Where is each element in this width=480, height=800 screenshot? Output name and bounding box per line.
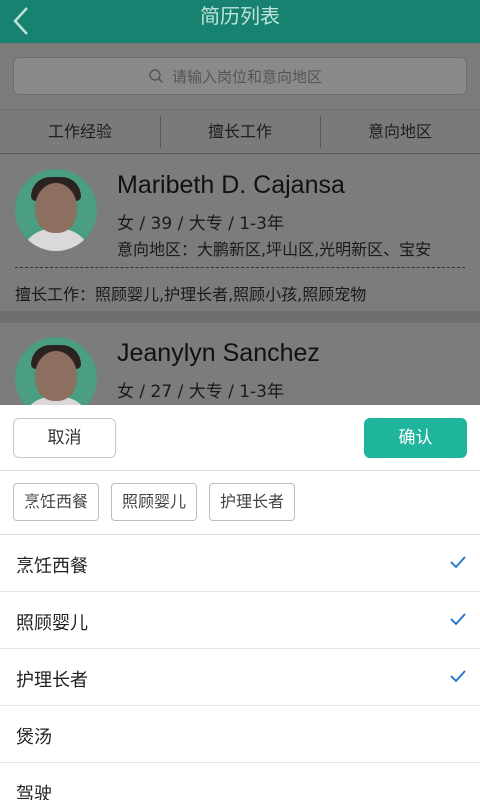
resume-area: 意向地区：大鹏新区,坪山区,光明新区、宝安 bbox=[117, 240, 432, 259]
card-gap bbox=[0, 311, 480, 323]
search-placeholder: 请输入岗位和意向地区 bbox=[172, 68, 323, 86]
resume-meta: 女 / 39 / 大专 / 1-3年 bbox=[117, 214, 285, 234]
cancel-button[interactable]: 取消 bbox=[13, 418, 116, 458]
divider bbox=[15, 267, 465, 268]
option-label: 煲汤 bbox=[16, 727, 52, 748]
skill-option-list: 烹饪西餐 照顾婴儿 护理长者 煲汤 驾驶 bbox=[0, 535, 480, 800]
resume-meta: 女 / 27 / 大专 / 1-3年 bbox=[117, 382, 285, 402]
page-title: 简历列表 bbox=[200, 4, 280, 28]
search-input[interactable]: 请输入岗位和意向地区 bbox=[13, 57, 467, 95]
filter-skills[interactable]: 擅长工作 bbox=[160, 110, 320, 153]
list-item[interactable]: 烹饪西餐 bbox=[0, 535, 480, 592]
list-item[interactable]: 煲汤 bbox=[0, 706, 480, 763]
option-label: 驾驶 bbox=[16, 784, 52, 800]
divider bbox=[0, 470, 480, 471]
resume-card[interactable]: Maribeth D. Cajansa 女 / 39 / 大专 / 1-3年 意… bbox=[0, 155, 480, 311]
resume-card[interactable]: Jeanylyn Sanchez 女 / 27 / 大专 / 1-3年 bbox=[0, 323, 480, 405]
option-label: 护理长者 bbox=[16, 670, 88, 691]
selected-chip[interactable]: 护理长者 bbox=[209, 483, 296, 521]
resume-name: Maribeth D. Cajansa bbox=[117, 171, 345, 199]
list-item[interactable]: 照顾婴儿 bbox=[0, 592, 480, 649]
avatar bbox=[15, 169, 97, 251]
search-icon bbox=[149, 69, 163, 83]
search-bar: 请输入岗位和意向地区 bbox=[0, 43, 480, 109]
list-item[interactable]: 驾驶 bbox=[0, 763, 480, 800]
resume-skills: 擅长工作：照顾婴儿,护理长者,照顾小孩,照顾宠物 bbox=[15, 285, 367, 304]
filter-region[interactable]: 意向地区 bbox=[320, 110, 480, 153]
skill-picker-sheet: 取消 确认 烹饪西餐 照顾婴儿 护理长者 烹饪西餐 照顾婴儿 护理长者 煲汤 驾… bbox=[0, 405, 480, 800]
list-item[interactable]: 护理长者 bbox=[0, 649, 480, 706]
app-header: 简历列表 bbox=[0, 0, 480, 43]
selected-chip[interactable]: 烹饪西餐 bbox=[13, 483, 100, 521]
selected-chips: 烹饪西餐 照顾婴儿 护理长者 bbox=[13, 483, 296, 523]
filter-tabs: 工作经验 擅长工作 意向地区 bbox=[0, 109, 480, 154]
check-icon bbox=[450, 670, 466, 683]
avatar bbox=[15, 337, 97, 405]
resume-list-background: 请输入岗位和意向地区 工作经验 擅长工作 意向地区 Maribeth D. Ca… bbox=[0, 43, 480, 405]
confirm-button[interactable]: 确认 bbox=[364, 418, 467, 458]
check-icon bbox=[450, 613, 466, 626]
selected-chip[interactable]: 照顾婴儿 bbox=[111, 483, 198, 521]
option-label: 烹饪西餐 bbox=[16, 556, 88, 577]
filter-work-experience[interactable]: 工作经验 bbox=[0, 110, 160, 153]
option-label: 照顾婴儿 bbox=[16, 613, 88, 634]
resume-name: Jeanylyn Sanchez bbox=[117, 339, 320, 367]
check-icon bbox=[450, 556, 466, 569]
